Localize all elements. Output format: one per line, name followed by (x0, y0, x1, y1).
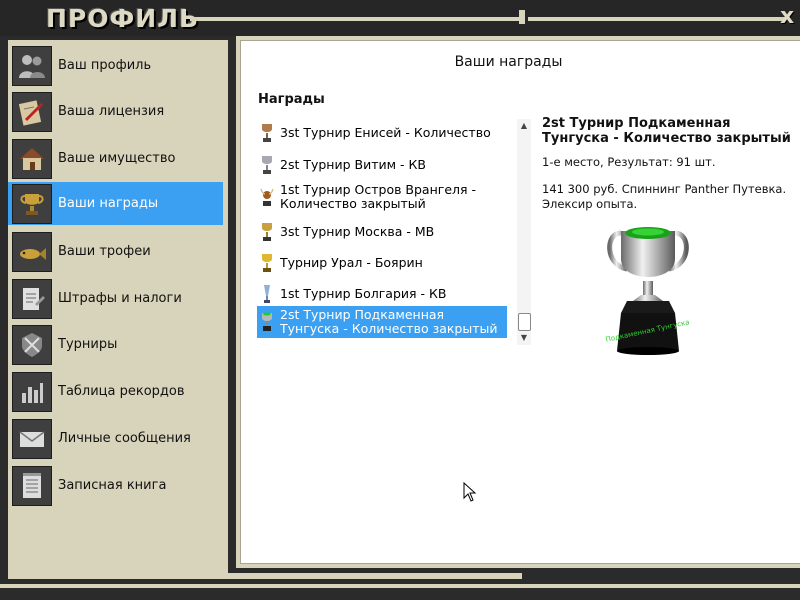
gold-bronze-cup-icon (262, 223, 272, 241)
bar-chart-icon (12, 371, 52, 412)
list-item[interactable]: 1st Турнир Болгария - КВ (257, 282, 507, 306)
horned-trophy-icon (260, 188, 274, 206)
awards-section-label: Награды (258, 92, 325, 107)
sidebar-item-notebook[interactable]: Записная книга (8, 464, 223, 507)
list-item[interactable]: 2st Турнир Витим - КВ (257, 153, 507, 177)
sidebar-item-label: Турниры (58, 337, 118, 352)
list-item[interactable]: 3st Турнир Енисей - Количество (257, 121, 507, 145)
sidebar-item-trophies[interactable]: Ваши трофеи (8, 230, 223, 273)
sidebar-item-license[interactable]: Ваша лицензия (8, 90, 223, 133)
document-icon (12, 278, 52, 319)
green-cup-icon (262, 312, 272, 331)
people-icon (12, 45, 52, 86)
award-label: Турнир Урал - Боярин (280, 255, 423, 270)
award-label: 3st Турнир Москва - МВ (280, 224, 435, 239)
scroll-down-icon[interactable]: ▼ (517, 331, 531, 345)
award-label: 1st Турнир Болгария - КВ (280, 286, 447, 301)
top-divider-left (190, 17, 520, 21)
swords-icon (12, 324, 52, 365)
notebook-icon (12, 465, 52, 506)
scrollbar-thumb[interactable] (518, 313, 531, 331)
top-divider-right (528, 17, 788, 21)
fish-icon (12, 231, 52, 272)
award-label: 2st Турнир Подкаменная Тунгуска - Количе… (280, 307, 498, 336)
window-title: ПРОФИЛЬ (46, 4, 200, 33)
sidebar-item-awards[interactable]: Ваши награды (8, 182, 223, 225)
sidebar-item-records[interactable]: Таблица рекордов (8, 370, 223, 413)
sidebar-item-label: Штрафы и налоги (58, 291, 182, 306)
sidebar-item-label: Ваши награды (58, 196, 159, 211)
silver-cup-icon (262, 156, 272, 174)
award-label: 3st Турнир Енисей - Количество (280, 125, 491, 140)
sidebar-item-label: Ваша лицензия (58, 104, 165, 119)
close-button[interactable]: x (780, 4, 794, 29)
sidebar-item-label: Личные сообщения (58, 431, 191, 446)
license-icon (12, 91, 52, 132)
award-detail-prize: 141 300 руб. Спиннинг Panther Путевка. Э… (542, 182, 787, 211)
award-detail-title: 2st Турнир Подкаменная Тунгуска - Количе… (542, 116, 791, 146)
sidebar-item-messages[interactable]: Личные сообщения (8, 417, 223, 460)
bronze-cup-icon (262, 124, 272, 142)
trophy-image: Подкаменная Тунгуска (605, 227, 690, 355)
awards-list[interactable]: 3st Турнир Енисей - Количество 2st Турни… (257, 117, 533, 349)
mouse-cursor-icon (463, 482, 477, 502)
award-detail-result: 1-е место, Результат: 91 шт. (542, 155, 716, 169)
house-icon (12, 138, 52, 179)
award-label: 1st Турнир Остров Врангеля - Количество … (280, 182, 477, 211)
envelope-icon (12, 418, 52, 459)
bottom-frame-line (0, 584, 800, 588)
sidebar-item-label: Ваше имущество (58, 151, 176, 166)
sidebar-item-fines[interactable]: Штрафы и налоги (8, 277, 223, 320)
list-item[interactable]: 1st Турнир Остров Врангеля - Количество … (257, 181, 507, 213)
top-divider-notch (519, 10, 525, 24)
list-item-selected[interactable]: 2st Турнир Подкаменная Тунгуска - Количе… (257, 306, 507, 338)
award-label: 2st Турнир Витим - КВ (280, 157, 426, 172)
sidebar-item-label: Ваши трофеи (58, 244, 151, 259)
awards-panel: Ваши награды Награды 3st Турнир Енисей -… (240, 40, 800, 564)
cup-icon (12, 183, 52, 224)
page-title: Ваши награды (454, 54, 563, 70)
sidebar-item-property[interactable]: Ваше имущество (8, 137, 223, 180)
top-bar: ПРОФИЛЬ x (0, 0, 800, 36)
blue-cup-icon (264, 285, 270, 303)
list-item[interactable]: Турнир Урал - Боярин (257, 251, 507, 275)
list-item[interactable]: 3st Турнир Москва - МВ (257, 220, 507, 244)
gold-cup-icon (262, 254, 272, 272)
sidebar-item-label: Таблица рекордов (58, 384, 185, 399)
sidebar-item-tournaments[interactable]: Турниры (8, 323, 223, 366)
scroll-up-icon[interactable]: ▲ (517, 119, 531, 133)
sidebar: Ваш профиль Ваша лицензия Ваше имущество… (8, 40, 228, 507)
sidebar-item-label: Ваш профиль (58, 58, 152, 73)
awards-list-scrollbar[interactable]: ▲ ▼ (517, 119, 531, 345)
sidebar-item-profile[interactable]: Ваш профиль (8, 44, 223, 87)
sidebar-item-label: Записная книга (58, 478, 167, 493)
